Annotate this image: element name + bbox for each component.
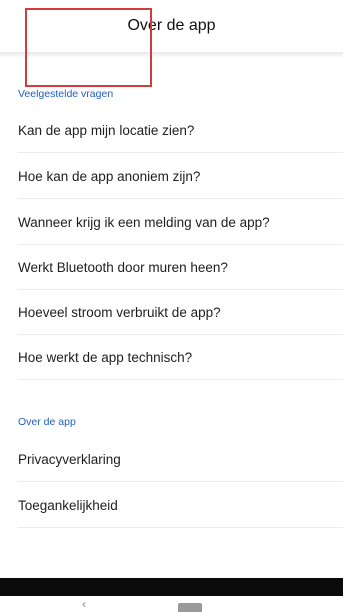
faq-item-notification[interactable]: Wanneer krijg ik een melding van de app? — [18, 201, 343, 245]
about-section-label: Over de app — [18, 416, 76, 428]
faq-item-technical[interactable]: Hoe werkt de app technisch? — [18, 336, 343, 380]
navigation-bar — [0, 596, 343, 612]
faq-item-label: Wanneer krijg ik een melding van de app? — [18, 215, 270, 230]
faq-item-label: Hoe kan de app anoniem zijn? — [18, 169, 201, 184]
about-item-label: Privacyverklaring — [18, 452, 121, 467]
home-icon[interactable] — [178, 603, 202, 612]
about-item-privacy[interactable]: Privacyverklaring — [18, 438, 343, 482]
faq-item-bluetooth[interactable]: Werkt Bluetooth door muren heen? — [18, 246, 343, 290]
system-bar — [0, 578, 343, 596]
page-header: Over de app — [0, 0, 343, 52]
about-item-accessibility[interactable]: Toegankelijkheid — [18, 484, 343, 528]
faq-item-anonymous[interactable]: Hoe kan de app anoniem zijn? — [18, 155, 343, 199]
faq-item-label: Kan de app mijn locatie zien? — [18, 123, 195, 138]
header-divider — [0, 52, 343, 58]
faq-item-location[interactable]: Kan de app mijn locatie zien? — [18, 109, 343, 153]
faq-section-label: Veelgestelde vragen — [18, 88, 114, 100]
app-screen: Over de app Veelgestelde vragen Kan de a… — [0, 0, 343, 612]
page-title: Over de app — [127, 17, 216, 34]
faq-item-label: Hoe werkt de app technisch? — [18, 350, 193, 365]
faq-item-label: Werkt Bluetooth door muren heen? — [18, 260, 228, 275]
back-icon[interactable]: ‹ — [82, 598, 86, 610]
faq-item-label: Hoeveel stroom verbruikt de app? — [18, 305, 221, 320]
faq-item-power[interactable]: Hoeveel stroom verbruikt de app? — [18, 291, 343, 335]
about-item-label: Toegankelijkheid — [18, 498, 118, 513]
